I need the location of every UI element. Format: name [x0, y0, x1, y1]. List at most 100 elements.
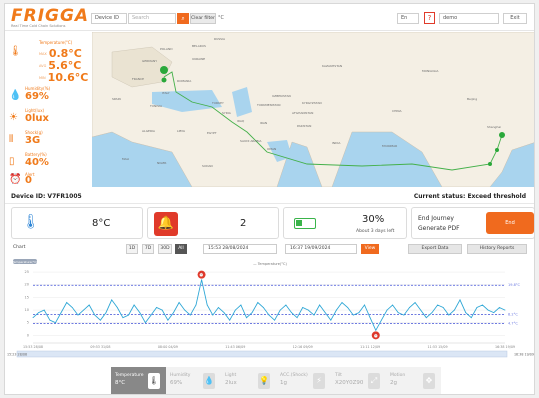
data-point: [133, 304, 135, 306]
tilt-icon: ⤢: [368, 373, 380, 389]
language-select[interactable]: En: [397, 13, 419, 24]
clear-filter-button[interactable]: Clear filter: [190, 13, 216, 24]
tab-humidity[interactable]: Humidity 69% 💧: [166, 367, 221, 394]
end-date-input[interactable]: 16:37 19/09/2024: [285, 244, 357, 254]
data-point: [240, 304, 242, 306]
data-point: [234, 309, 236, 311]
device-select[interactable]: Device ID: [91, 13, 127, 24]
data-point: [218, 307, 219, 308]
data-point: [307, 309, 309, 311]
alarm-icon: ⏰: [199, 271, 205, 278]
data-point: [442, 307, 444, 308]
map-label: MALI: [122, 157, 129, 161]
data-point: [454, 309, 455, 311]
map-label: INDIA: [332, 141, 341, 145]
end-button[interactable]: End: [486, 212, 534, 234]
data-point: [459, 299, 461, 301]
bell-icon: 🔔: [154, 212, 178, 236]
tab-temperature[interactable]: Temperature 8°C 🌡: [111, 367, 166, 394]
map-label: NIGER: [157, 161, 166, 165]
data-point: [504, 309, 506, 311]
alert-count: 2: [240, 218, 247, 229]
map-label: RUSSIA: [214, 37, 226, 41]
user-select[interactable]: demo: [439, 13, 499, 24]
history-reports-button[interactable]: History Reports: [467, 244, 527, 254]
tab-light[interactable]: Light 2lux 💡: [221, 367, 276, 394]
tab-label: Light: [225, 373, 237, 378]
exit-button[interactable]: Exit: [503, 13, 527, 24]
data-point: [285, 304, 287, 306]
data-point: [448, 314, 450, 316]
map-label: PAKISTAN: [297, 124, 311, 128]
data-point: [195, 304, 197, 306]
tab-acc-shock[interactable]: ACC.(Shock) 1g ⚡: [276, 367, 331, 394]
map-canvas[interactable]: RUSSIA POLAND UKRAINE GERMANY FRANCE KAZ…: [92, 32, 535, 187]
range-all[interactable]: All: [175, 244, 187, 254]
map-label: GERMANY: [142, 59, 157, 63]
data-point: [88, 304, 90, 306]
data-point: [257, 302, 259, 303]
unit-toggle[interactable]: °C: [218, 13, 224, 24]
temperature-min: MIN 10.6°C: [39, 71, 89, 84]
data-point: [144, 322, 146, 324]
x-tick-label: 16:38 19/09: [495, 345, 515, 349]
route-map[interactable]: RUSSIA POLAND UKRAINE GERMANY FRANCE KAZ…: [92, 32, 535, 187]
data-point: [347, 307, 349, 308]
start-date-input[interactable]: 15:53 28/08/2024: [203, 244, 277, 254]
app-frame: FRIGGA Real Time Cold Chain Solutions De…: [4, 3, 535, 395]
motion-icon: ✥: [423, 373, 435, 389]
data-point: [251, 312, 253, 313]
device-bar: Device ID: V7FR1005 Current status: Exce…: [5, 190, 534, 204]
data-point: [184, 309, 186, 311]
sensor-tabs: Temperature 8°C 🌡 Humidity 69% 💧 Light 2lux 💡 ACC…: [111, 367, 441, 394]
waypoint-marker[interactable]: [488, 162, 492, 166]
help-button[interactable]: ?: [424, 12, 435, 24]
header: FRIGGA Real Time Cold Chain Solutions De…: [5, 4, 534, 31]
temperature-summary: 🌡 Temperature(°C) MAX 0.8°C AVG 5.6°C MIN 1…: [5, 36, 92, 84]
data-point: [352, 314, 354, 316]
start-marker[interactable]: [160, 66, 168, 74]
tab-motion[interactable]: Motion 2g ✥: [386, 367, 441, 394]
generate-pdf-label: Generate PDF: [418, 225, 460, 232]
search-button[interactable]: ⌕: [177, 13, 189, 24]
range-7d[interactable]: 7D: [142, 244, 154, 254]
tab-tilt[interactable]: Tilt X20Y0Z90 ⤢: [331, 367, 386, 394]
map-label: ITALY: [162, 91, 170, 95]
data-point: [291, 312, 292, 313]
view-button[interactable]: View: [361, 244, 379, 254]
waypoint-marker[interactable]: [495, 148, 499, 152]
tab-label: Tilt: [335, 373, 342, 378]
search-input[interactable]: Search: [128, 13, 176, 24]
x-tick-label: 11:53 15/09: [428, 345, 448, 349]
data-point: [60, 312, 62, 313]
data-point: [71, 307, 73, 308]
thermometer-icon: 🌡: [22, 214, 40, 230]
data-point: [369, 317, 371, 319]
data-point: [173, 312, 174, 313]
data-point: [465, 312, 467, 313]
data-point: [409, 307, 410, 308]
range-1d[interactable]: 1D: [126, 244, 138, 254]
temperature-label: Temperature(°C): [39, 40, 73, 45]
x-tick-label: 12:16 09/09: [293, 345, 313, 349]
map-label: Beijing: [467, 97, 477, 101]
data-point: [223, 312, 225, 313]
data-point: [313, 314, 315, 316]
map-label: EGYPT: [207, 131, 217, 135]
temperature-chart: — Temperature(°C) Temperature(°C) 0 5 10 15 20…: [5, 259, 534, 359]
chart-select[interactable]: Chart: [11, 244, 35, 254]
alarm-clock-icon: ⏰: [9, 174, 22, 185]
light-summary: ☀ Light(lux) 0lux: [5, 108, 92, 128]
data-point: [111, 299, 113, 301]
droplet-icon: 💧: [9, 90, 22, 101]
chart-legend[interactable]: — Temperature(°C): [253, 262, 287, 266]
waypoint-marker[interactable]: [161, 77, 167, 83]
alert-card: 🔔 2: [147, 207, 279, 239]
x-tick-label: 09:53 31/08: [90, 345, 110, 349]
zoom-slider[interactable]: [16, 350, 508, 358]
data-point: [139, 312, 141, 313]
tab-value: 69%: [170, 380, 183, 386]
end-marker[interactable]: [499, 132, 505, 138]
export-data-button[interactable]: Export Data: [408, 244, 462, 254]
range-30d[interactable]: 30D: [158, 244, 172, 254]
